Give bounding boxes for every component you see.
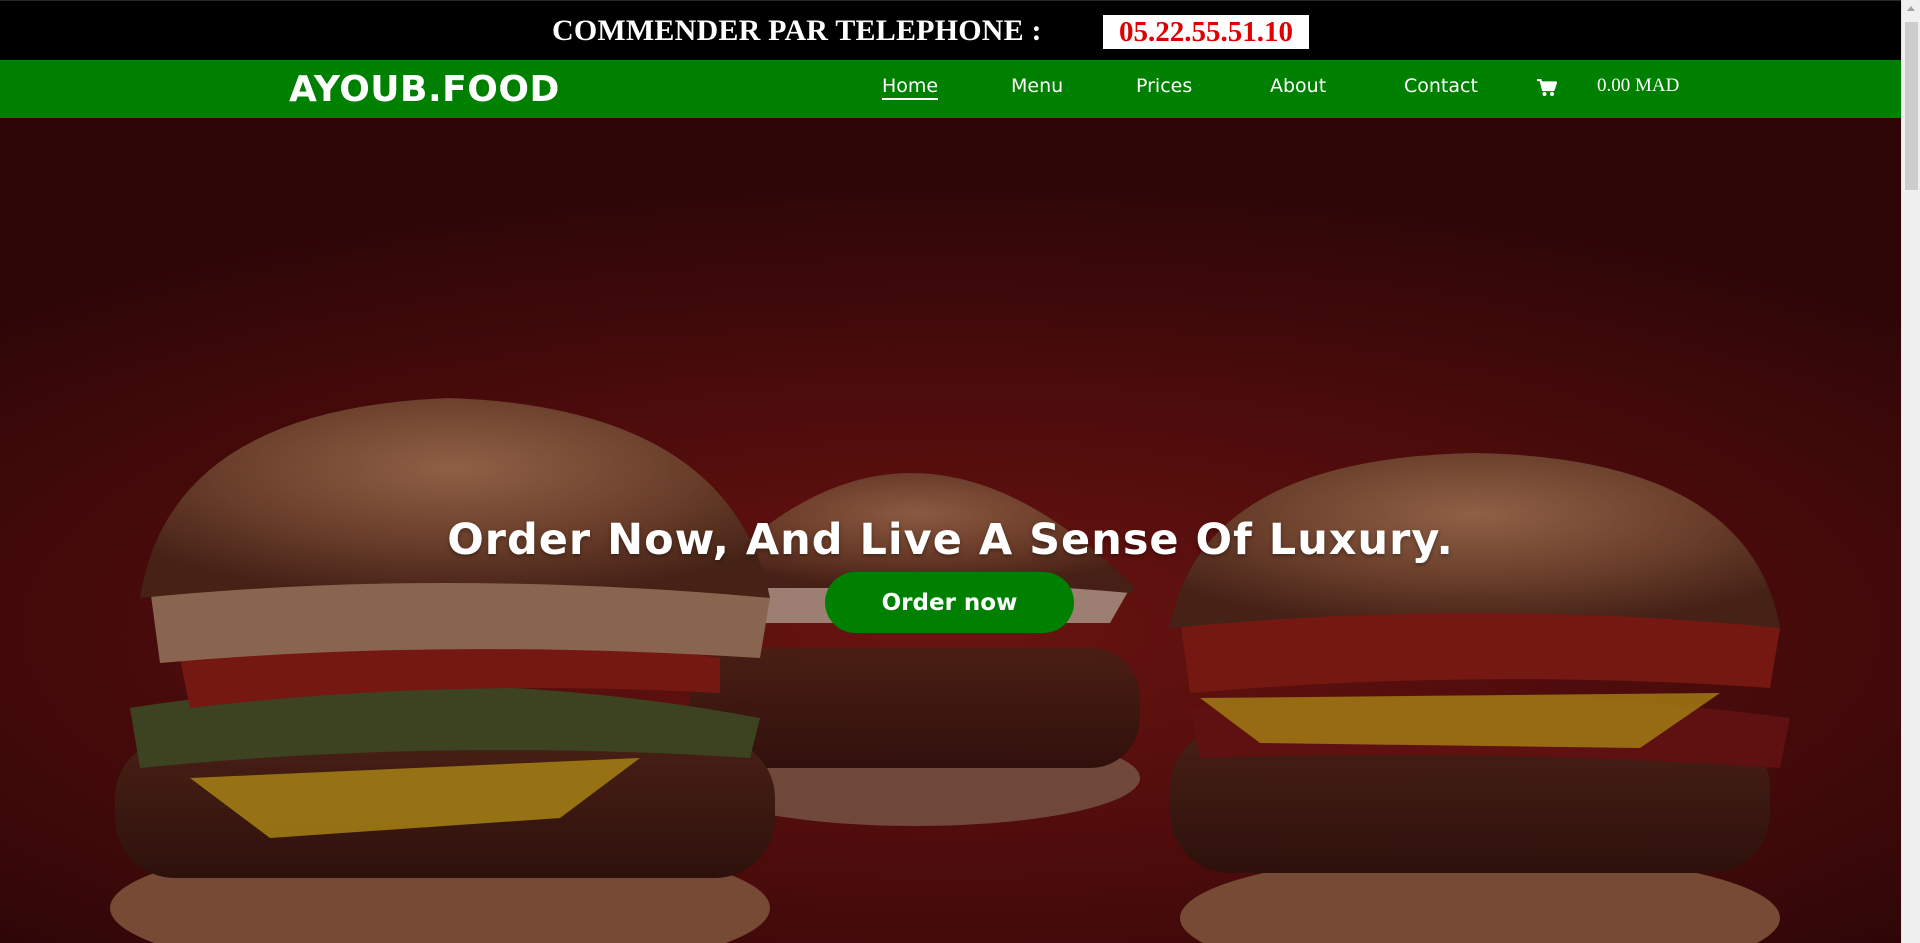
nav-link-prices[interactable]: Prices bbox=[1136, 75, 1192, 97]
scrollbar-thumb[interactable] bbox=[1905, 22, 1918, 190]
vertical-scrollbar[interactable] bbox=[1901, 0, 1920, 943]
hero-heading: Order Now, And Live A Sense Of Luxury. bbox=[447, 514, 1454, 565]
cart-total[interactable]: 0.00 MAD bbox=[1597, 75, 1679, 97]
nav-link-menu[interactable]: Menu bbox=[1011, 75, 1063, 97]
hero-section: Order Now, And Live A Sense Of Luxury. O… bbox=[0, 118, 1901, 943]
nav-link-contact[interactable]: Contact bbox=[1404, 75, 1478, 97]
phone-order-bar: COMMENDER PAR TELEPHONE : 05.22.55.51.10 bbox=[0, 0, 1901, 60]
scroll-up-arrow-icon[interactable] bbox=[1907, 6, 1915, 11]
nav-link-about[interactable]: About bbox=[1270, 75, 1326, 97]
phone-order-label: COMMENDER PAR TELEPHONE : bbox=[552, 14, 1042, 47]
shopping-cart-icon[interactable] bbox=[1537, 79, 1557, 97]
phone-number[interactable]: 05.22.55.51.10 bbox=[1103, 15, 1309, 49]
nav-link-home[interactable]: Home bbox=[882, 75, 939, 100]
main-navbar: AYOUB.FOOD Home Menu Prices About Contac… bbox=[0, 60, 1901, 118]
order-now-button[interactable]: Order now bbox=[825, 572, 1074, 633]
site-logo[interactable]: AYOUB.FOOD bbox=[289, 69, 560, 110]
page: COMMENDER PAR TELEPHONE : 05.22.55.51.10… bbox=[0, 0, 1920, 943]
